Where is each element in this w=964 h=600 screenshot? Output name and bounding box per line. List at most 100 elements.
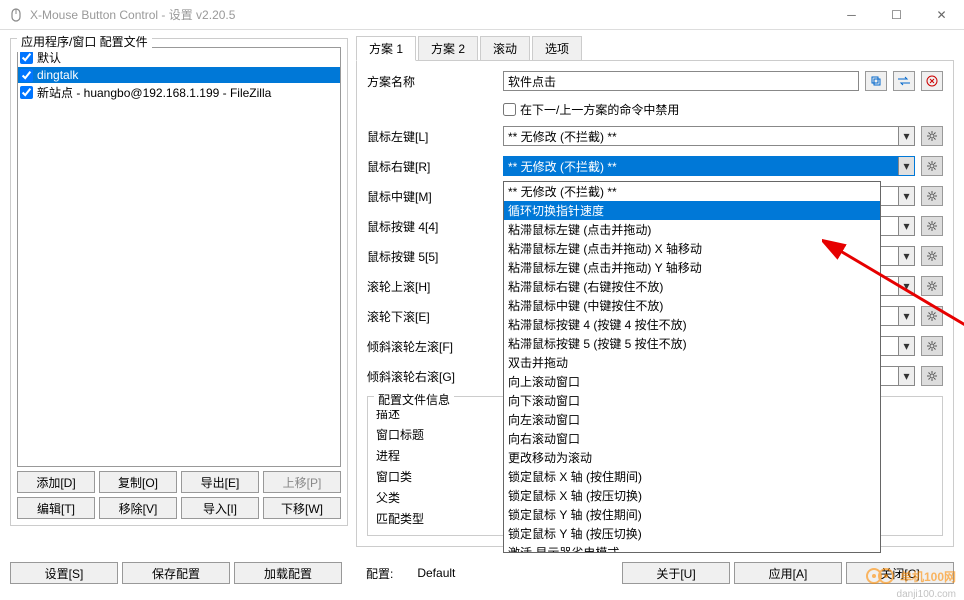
gear-icon[interactable] — [921, 336, 943, 356]
export-button[interactable]: 导出[E] — [181, 471, 259, 493]
gear-icon[interactable] — [921, 306, 943, 326]
dropdown-item[interactable]: 锁定鼠标 X 轴 (按压切换) — [504, 486, 880, 505]
chevron-down-icon[interactable]: ▾ — [898, 337, 914, 355]
move-up-button[interactable]: 上移[P] — [263, 471, 341, 493]
delete-scheme-button[interactable] — [921, 71, 943, 91]
dropdown-item[interactable]: ** 无修改 (不拦截) ** — [504, 182, 880, 201]
config-value: Default — [417, 566, 455, 580]
import-button[interactable]: 导入[I] — [181, 497, 259, 519]
watermark-text: 单机100网 — [900, 568, 956, 585]
chevron-down-icon[interactable]: ▾ — [898, 247, 914, 265]
dropdown-item[interactable]: 双击并拖动 — [504, 353, 880, 372]
scheme-name-label: 方案名称 — [367, 73, 497, 90]
dropdown-item[interactable]: 粘滞鼠标左键 (点击并拖动) X 轴移动 — [504, 239, 880, 258]
chevron-down-icon[interactable]: ▾ — [898, 277, 914, 295]
config-label: 配置: — [366, 565, 393, 582]
dropdown-item[interactable]: 粘滞鼠标左键 (点击并拖动) Y 轴移动 — [504, 258, 880, 277]
minimize-button[interactable]: ─ — [829, 0, 874, 29]
edit-button[interactable]: 编辑[T] — [17, 497, 95, 519]
tab-options[interactable]: 选项 — [532, 36, 582, 60]
gear-icon[interactable] — [921, 156, 943, 176]
mapping-value: ** 无修改 (不拦截) ** — [508, 128, 617, 145]
mapping-select[interactable]: ** 无修改 (不拦截) ** ▾ — [503, 156, 915, 176]
mapping-label: 滚轮下滚[E] — [367, 308, 497, 325]
mapping-value: ** 无修改 (不拦截) ** — [508, 158, 617, 175]
proc-label: 进程 — [376, 447, 506, 464]
dropdown-item[interactable]: 向下滚动窗口 — [504, 391, 880, 410]
gear-icon[interactable] — [921, 216, 943, 236]
maximize-button[interactable]: ☐ — [874, 0, 919, 29]
dropdown-item[interactable]: 向上滚动窗口 — [504, 372, 880, 391]
copy-scheme-button[interactable] — [865, 71, 887, 91]
button-mapping-row: 鼠标左键[L] ** 无修改 (不拦截) ** ▾ — [367, 126, 943, 146]
dropdown-item[interactable]: 更改移动为滚动 — [504, 448, 880, 467]
chevron-down-icon[interactable]: ▾ — [898, 307, 914, 325]
gear-icon[interactable] — [921, 366, 943, 386]
class-label: 窗口类 — [376, 468, 506, 485]
add-button[interactable]: 添加[D] — [17, 471, 95, 493]
tab-scheme2[interactable]: 方案 2 — [418, 36, 478, 60]
dropdown-item[interactable]: 向左滚动窗口 — [504, 410, 880, 429]
dropdown-item[interactable]: 向右滚动窗口 — [504, 429, 880, 448]
profile-item[interactable]: 新站点 - huangbo@192.168.1.199 - FileZilla — [18, 83, 340, 102]
dropdown-item[interactable]: 粘滞鼠标按键 4 (按键 4 按住不放) — [504, 315, 880, 334]
swap-scheme-button[interactable] — [893, 71, 915, 91]
chevron-down-icon[interactable]: ▾ — [898, 367, 914, 385]
window-controls: ─ ☐ ✕ — [829, 0, 964, 29]
move-down-button[interactable]: 下移[W] — [263, 497, 341, 519]
gear-icon[interactable] — [921, 186, 943, 206]
copy-button[interactable]: 复制[O] — [99, 471, 177, 493]
load-config-button[interactable]: 加载配置 — [234, 562, 342, 584]
tab-scheme1[interactable]: 方案 1 — [356, 36, 416, 61]
dropdown-item[interactable]: 锁定鼠标 Y 轴 (按住期间) — [504, 505, 880, 524]
profile-checkbox[interactable] — [20, 86, 33, 99]
dropdown-item[interactable]: 粘滞鼠标按键 5 (按键 5 按住不放) — [504, 334, 880, 353]
match-label: 匹配类型 — [376, 510, 506, 527]
chevron-down-icon[interactable]: ▾ — [898, 217, 914, 235]
right-panel: 方案 1 方案 2 滚动 选项 方案名称 在下一/上一方案的命令中禁用 鼠标左键… — [356, 36, 954, 547]
dropdown-item[interactable]: 粘滞鼠标左键 (点击并拖动) — [504, 220, 880, 239]
profile-checkbox[interactable] — [20, 69, 33, 82]
close-button[interactable]: ✕ — [919, 0, 964, 29]
mapping-label: 鼠标按键 4[4] — [367, 218, 497, 235]
profile-list[interactable]: 默认dingtalk新站点 - huangbo@192.168.1.199 - … — [17, 47, 341, 467]
remove-button[interactable]: 移除[V] — [99, 497, 177, 519]
disable-checkbox[interactable] — [503, 103, 516, 116]
dropdown-menu[interactable]: ** 无修改 (不拦截) **循环切换指针速度粘滞鼠标左键 (点击并拖动)粘滞鼠… — [503, 181, 881, 553]
gear-icon[interactable] — [921, 126, 943, 146]
save-config-button[interactable]: 保存配置 — [122, 562, 230, 584]
disable-label: 在下一/上一方案的命令中禁用 — [520, 101, 679, 118]
dropdown-item[interactable]: 粘滞鼠标中键 (中键按住不放) — [504, 296, 880, 315]
about-button[interactable]: 关于[U] — [622, 562, 730, 584]
gear-icon[interactable] — [921, 246, 943, 266]
profile-checkbox[interactable] — [20, 51, 33, 64]
app-icon — [8, 7, 24, 23]
chevron-down-icon[interactable]: ▾ — [898, 187, 914, 205]
titlebar: X-Mouse Button Control - 设置 v2.20.5 ─ ☐ … — [0, 0, 964, 30]
gear-icon[interactable] — [921, 276, 943, 296]
dropdown-item[interactable]: 锁定鼠标 X 轴 (按住期间) — [504, 467, 880, 486]
title-label: 窗口标题 — [376, 426, 506, 443]
settings-button[interactable]: 设置[S] — [10, 562, 118, 584]
mapping-select[interactable]: ** 无修改 (不拦截) ** ▾ — [503, 126, 915, 146]
profile-item[interactable]: dingtalk — [18, 67, 340, 83]
mapping-label: 鼠标中键[M] — [367, 188, 497, 205]
dropdown-item[interactable]: 激活 显示器省电模式 — [504, 543, 880, 553]
dropdown-item[interactable]: 循环切换指针速度 — [504, 201, 880, 220]
scheme-name-input[interactable] — [503, 71, 859, 91]
watermark: 单机100网 danji100.com — [866, 566, 956, 586]
chevron-down-icon[interactable]: ▾ — [898, 127, 914, 145]
profiles-group-title: 应用程序/窗口 配置文件 — [17, 31, 152, 52]
left-panel: 应用程序/窗口 配置文件 默认dingtalk新站点 - huangbo@192… — [10, 36, 348, 547]
tab-scroll[interactable]: 滚动 — [480, 36, 530, 60]
bottom-bar: 设置[S] 保存配置 加载配置 配置: Default 关于[U] 应用[A] … — [0, 553, 964, 592]
mapping-label: 鼠标按键 5[5] — [367, 248, 497, 265]
apply-button[interactable]: 应用[A] — [734, 562, 842, 584]
parent-label: 父类 — [376, 489, 506, 506]
dropdown-item[interactable]: 锁定鼠标 Y 轴 (按压切换) — [504, 524, 880, 543]
chevron-down-icon[interactable]: ▾ — [898, 157, 914, 175]
watermark-url: danji100.com — [897, 589, 956, 600]
window-title: X-Mouse Button Control - 设置 v2.20.5 — [30, 6, 829, 23]
dropdown-item[interactable]: 粘滞鼠标右键 (右键按住不放) — [504, 277, 880, 296]
mapping-label: 鼠标左键[L] — [367, 128, 497, 145]
